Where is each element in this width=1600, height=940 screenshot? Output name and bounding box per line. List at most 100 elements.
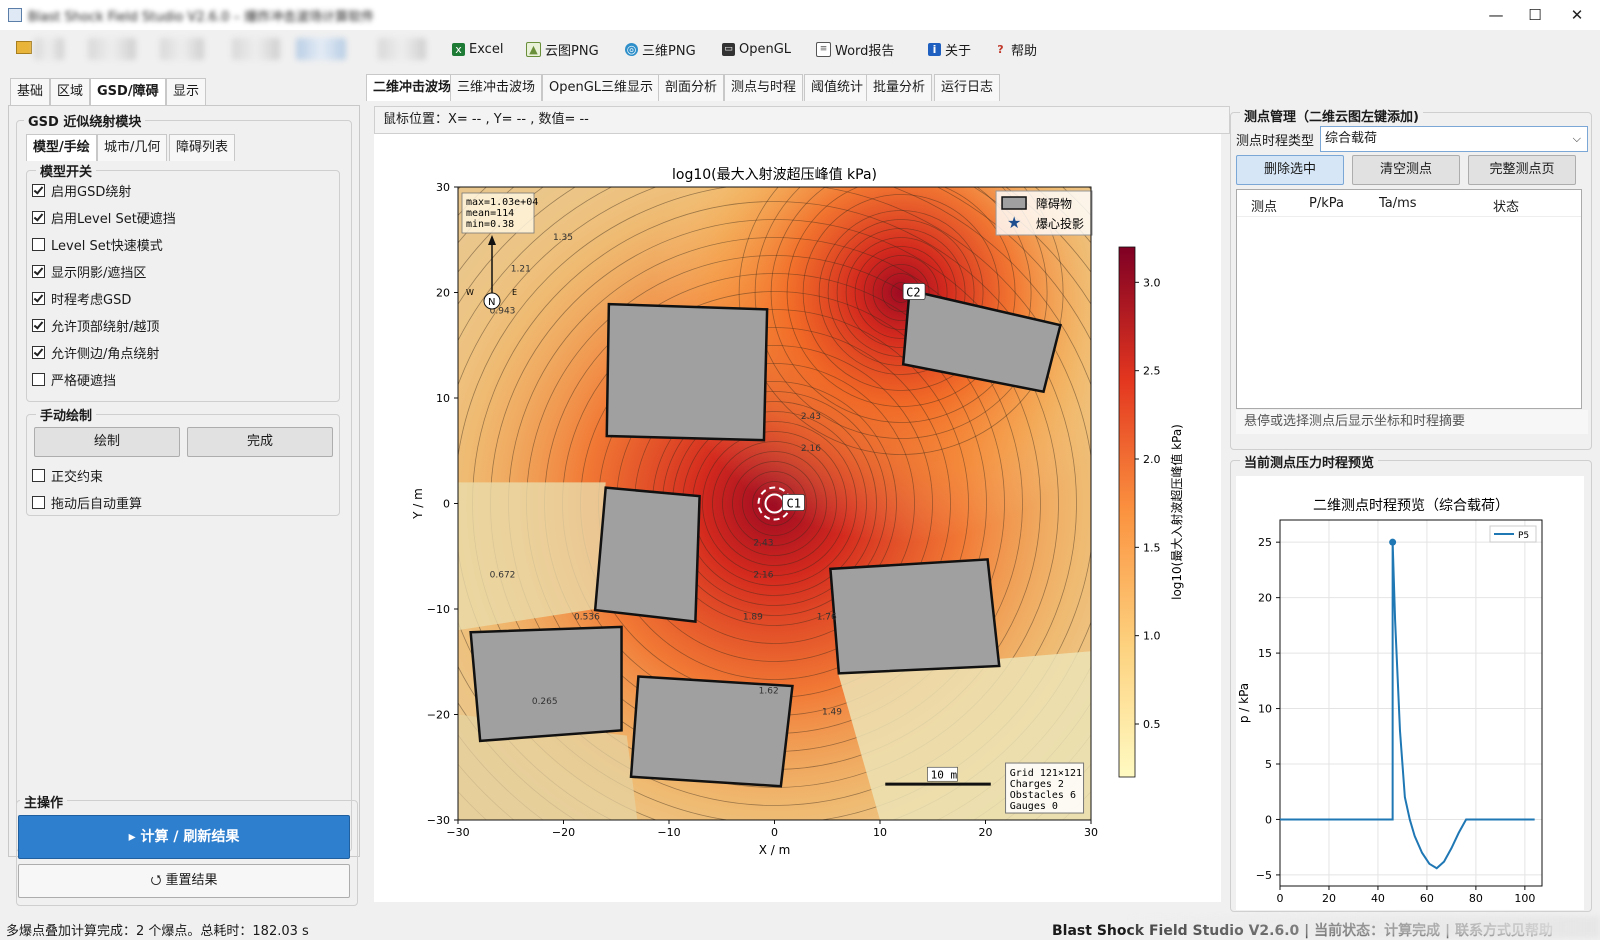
blurred-toolbar-item[interactable] — [296, 38, 346, 60]
center-tab-4[interactable]: 测点与时程 — [724, 74, 804, 101]
gauge-type-select[interactable]: 综合载荷 ⌵ — [1320, 126, 1588, 152]
table-header-pressure[interactable]: P/kPa — [1309, 196, 1344, 211]
gsd-module-title: GSD 近似绕射模块 — [24, 111, 146, 130]
scale-bar-label: 10 m — [931, 768, 958, 781]
plot-frame — [1279, 519, 1543, 887]
switch-checkbox[interactable]: Level Set快速模式 — [32, 235, 163, 254]
checkbox-box — [32, 373, 45, 386]
draw-button[interactable]: 绘制 — [34, 427, 180, 457]
model-switch-title: 模型开关 — [36, 161, 97, 180]
title-bar: Blast Shock Field Studio V2.6.0 – 爆炸冲击波场… — [0, 0, 1600, 30]
blurred-toolbar-item[interactable] — [34, 38, 64, 60]
tab-region[interactable]: 区域 — [50, 78, 91, 105]
orthogonal-checkbox[interactable]: 正交约束 — [32, 466, 103, 485]
colorbar — [1118, 246, 1136, 778]
table-header-ta[interactable]: Ta/ms — [1379, 196, 1417, 211]
x-tick-label: 20 — [979, 826, 993, 839]
subtab-city-geometry[interactable]: 城市/几何 — [97, 134, 168, 161]
close-button[interactable]: ✕ — [1554, 0, 1600, 30]
timehistory-svg[interactable]: 0 20 40 60 80 100 −5 0 5 10 15 20 25 二维测点时程预览（综合载荷） p … — [1236, 476, 1584, 910]
center-tab-0[interactable]: 二维冲击波场 — [366, 74, 459, 101]
table-header-gauge[interactable]: 测点 — [1251, 196, 1277, 215]
center-tab-1[interactable]: 三维冲击波场 — [450, 74, 543, 101]
heatmap-plot-area[interactable]: C1 C2 2.43 2.16 1.89 1.62 1.35 1.21 1.76 1.49 0.94… — [374, 134, 1221, 902]
contour-label: 2.16 — [753, 570, 773, 580]
toolbar-excel[interactable]: x Excel — [452, 39, 503, 59]
checkbox-box — [32, 211, 45, 224]
done-button[interactable]: 完成 — [187, 427, 333, 457]
checkbox-label: 正交约束 — [51, 470, 104, 485]
clear-gauges-button[interactable]: 清空测点 — [1352, 155, 1460, 185]
switch-checkbox[interactable]: 允许侧边/角点绕射 — [32, 343, 159, 362]
contour-label: 0.265 — [532, 697, 558, 707]
switch-checkbox[interactable]: 允许顶部绕射/越顶 — [32, 316, 159, 335]
subtab-obstacle-list[interactable]: 障碍列表 — [169, 134, 236, 161]
checkbox-label: 显示阴影/遮挡区 — [51, 266, 147, 281]
timehistory-plot-area[interactable]: 0 20 40 60 80 100 −5 0 5 10 15 20 25 二维测点时程预览（综合载荷） p … — [1236, 476, 1584, 910]
tab-basic[interactable]: 基础 — [10, 78, 51, 105]
status-blur-mask — [1130, 916, 1600, 938]
blurred-toolbar-item[interactable] — [232, 38, 280, 60]
stats-line: mean=114 — [466, 208, 514, 219]
x-tick-label: 0 — [1277, 892, 1284, 905]
checkbox-box — [32, 238, 45, 251]
center-tab-6[interactable]: 批量分析 — [866, 74, 933, 101]
table-header-status[interactable]: 状态 — [1493, 196, 1519, 215]
stats-line: min=0.38 — [466, 219, 514, 230]
center-tab-2[interactable]: OpenGL三维显示 — [542, 74, 661, 101]
toolbar-opengl[interactable]: ▭ OpenGL — [722, 39, 791, 59]
auto-recompute-checkbox[interactable]: 拖动后自动重算 — [32, 493, 142, 512]
globe-icon: ◎ — [625, 42, 638, 56]
blurred-toolbar-item[interactable] — [88, 38, 136, 60]
blurred-toolbar-item[interactable] — [378, 38, 426, 60]
full-gauge-page-button[interactable]: 完整测点页 — [1468, 155, 1576, 185]
right-panel: 测点管理（二维云图左键添加) 测点时程类型 综合载荷 ⌵ 删除选中 清空测点 完… — [1228, 100, 1596, 912]
toolbar-cloud-png[interactable]: ▲ 云图PNG — [526, 39, 599, 59]
colorbar-label: log10(最大入射波超压峰值 kPa) — [1169, 424, 1184, 600]
contour-label: 1.35 — [553, 233, 573, 243]
y-tick-label: 5 — [1265, 758, 1272, 771]
checkbox-box — [32, 265, 45, 278]
contour-label: 2.43 — [753, 539, 773, 549]
blurred-toolbar-item[interactable] — [160, 38, 204, 60]
y-tick-label: 20 — [1258, 592, 1272, 605]
colorbar-tick-label: 1.5 — [1143, 541, 1161, 554]
checkbox-label: 拖动后自动重算 — [51, 497, 143, 512]
toolbar-about[interactable]: i 关于 — [928, 39, 971, 59]
mouse-readout: 鼠标位置：X= -- , Y= -- , 数值= -- — [374, 106, 1230, 134]
switch-checkbox[interactable]: 显示阴影/遮挡区 — [32, 262, 146, 281]
folder-icon[interactable] — [16, 41, 32, 54]
subtab-model-manual[interactable]: 模型/手绘 — [26, 134, 97, 161]
switch-checkbox[interactable]: 严格硬遮挡 — [32, 370, 116, 389]
gauge-type-value: 综合载荷 — [1325, 131, 1378, 146]
tab-gsd-obstacle[interactable]: GSD/障碍 — [90, 78, 166, 105]
reset-results-button[interactable]: ⭯ 重置结果 — [18, 864, 350, 898]
delete-selected-button[interactable]: 删除选中 — [1236, 155, 1344, 185]
info-icon: i — [928, 42, 941, 56]
gauge-table[interactable]: 测点 P/kPa Ta/ms 状态 — [1236, 189, 1582, 409]
center-tab-3[interactable]: 剖面分析 — [658, 74, 725, 101]
maximize-button[interactable]: ☐ — [1512, 0, 1558, 30]
toolbar-label: 云图PNG — [545, 43, 599, 59]
y-tick-label: 30 — [436, 181, 450, 194]
toolbar-label: 关于 — [945, 43, 972, 59]
center-tab-5[interactable]: 阈值统计 — [804, 74, 871, 101]
switch-checkbox[interactable]: 启用GSD绕射 — [32, 181, 131, 200]
switch-checkbox[interactable]: 启用Level Set硬遮挡 — [32, 208, 176, 227]
main-ops-title: 主操作 — [20, 792, 68, 811]
heatmap-svg[interactable]: C1C22.432.161.891.621.351.211.761.490.94… — [374, 134, 1221, 902]
toolbar-3d-png[interactable]: ◎ 三维PNG — [625, 39, 696, 59]
checkbox-label: Level Set快速模式 — [51, 239, 163, 254]
toolbar-help[interactable]: ? 帮助 — [994, 39, 1037, 59]
toolbar-word-report[interactable]: ≡ Word报告 — [816, 39, 894, 59]
image-icon: ▲ — [526, 41, 541, 57]
tab-display[interactable]: 显示 — [166, 78, 207, 105]
y-tick-label: 10 — [1258, 703, 1272, 716]
contour-label: 0.536 — [574, 613, 600, 623]
checkbox-label: 启用Level Set硬遮挡 — [51, 212, 176, 227]
center-tab-7[interactable]: 运行日志 — [934, 74, 1001, 101]
compute-refresh-button[interactable]: ▸ 计算 / 刷新结果 — [18, 815, 350, 859]
manual-draw-title: 手动绘制 — [36, 405, 97, 424]
x-tick-label: 100 — [1514, 892, 1535, 905]
switch-checkbox[interactable]: 时程考虑GSD — [32, 289, 131, 308]
